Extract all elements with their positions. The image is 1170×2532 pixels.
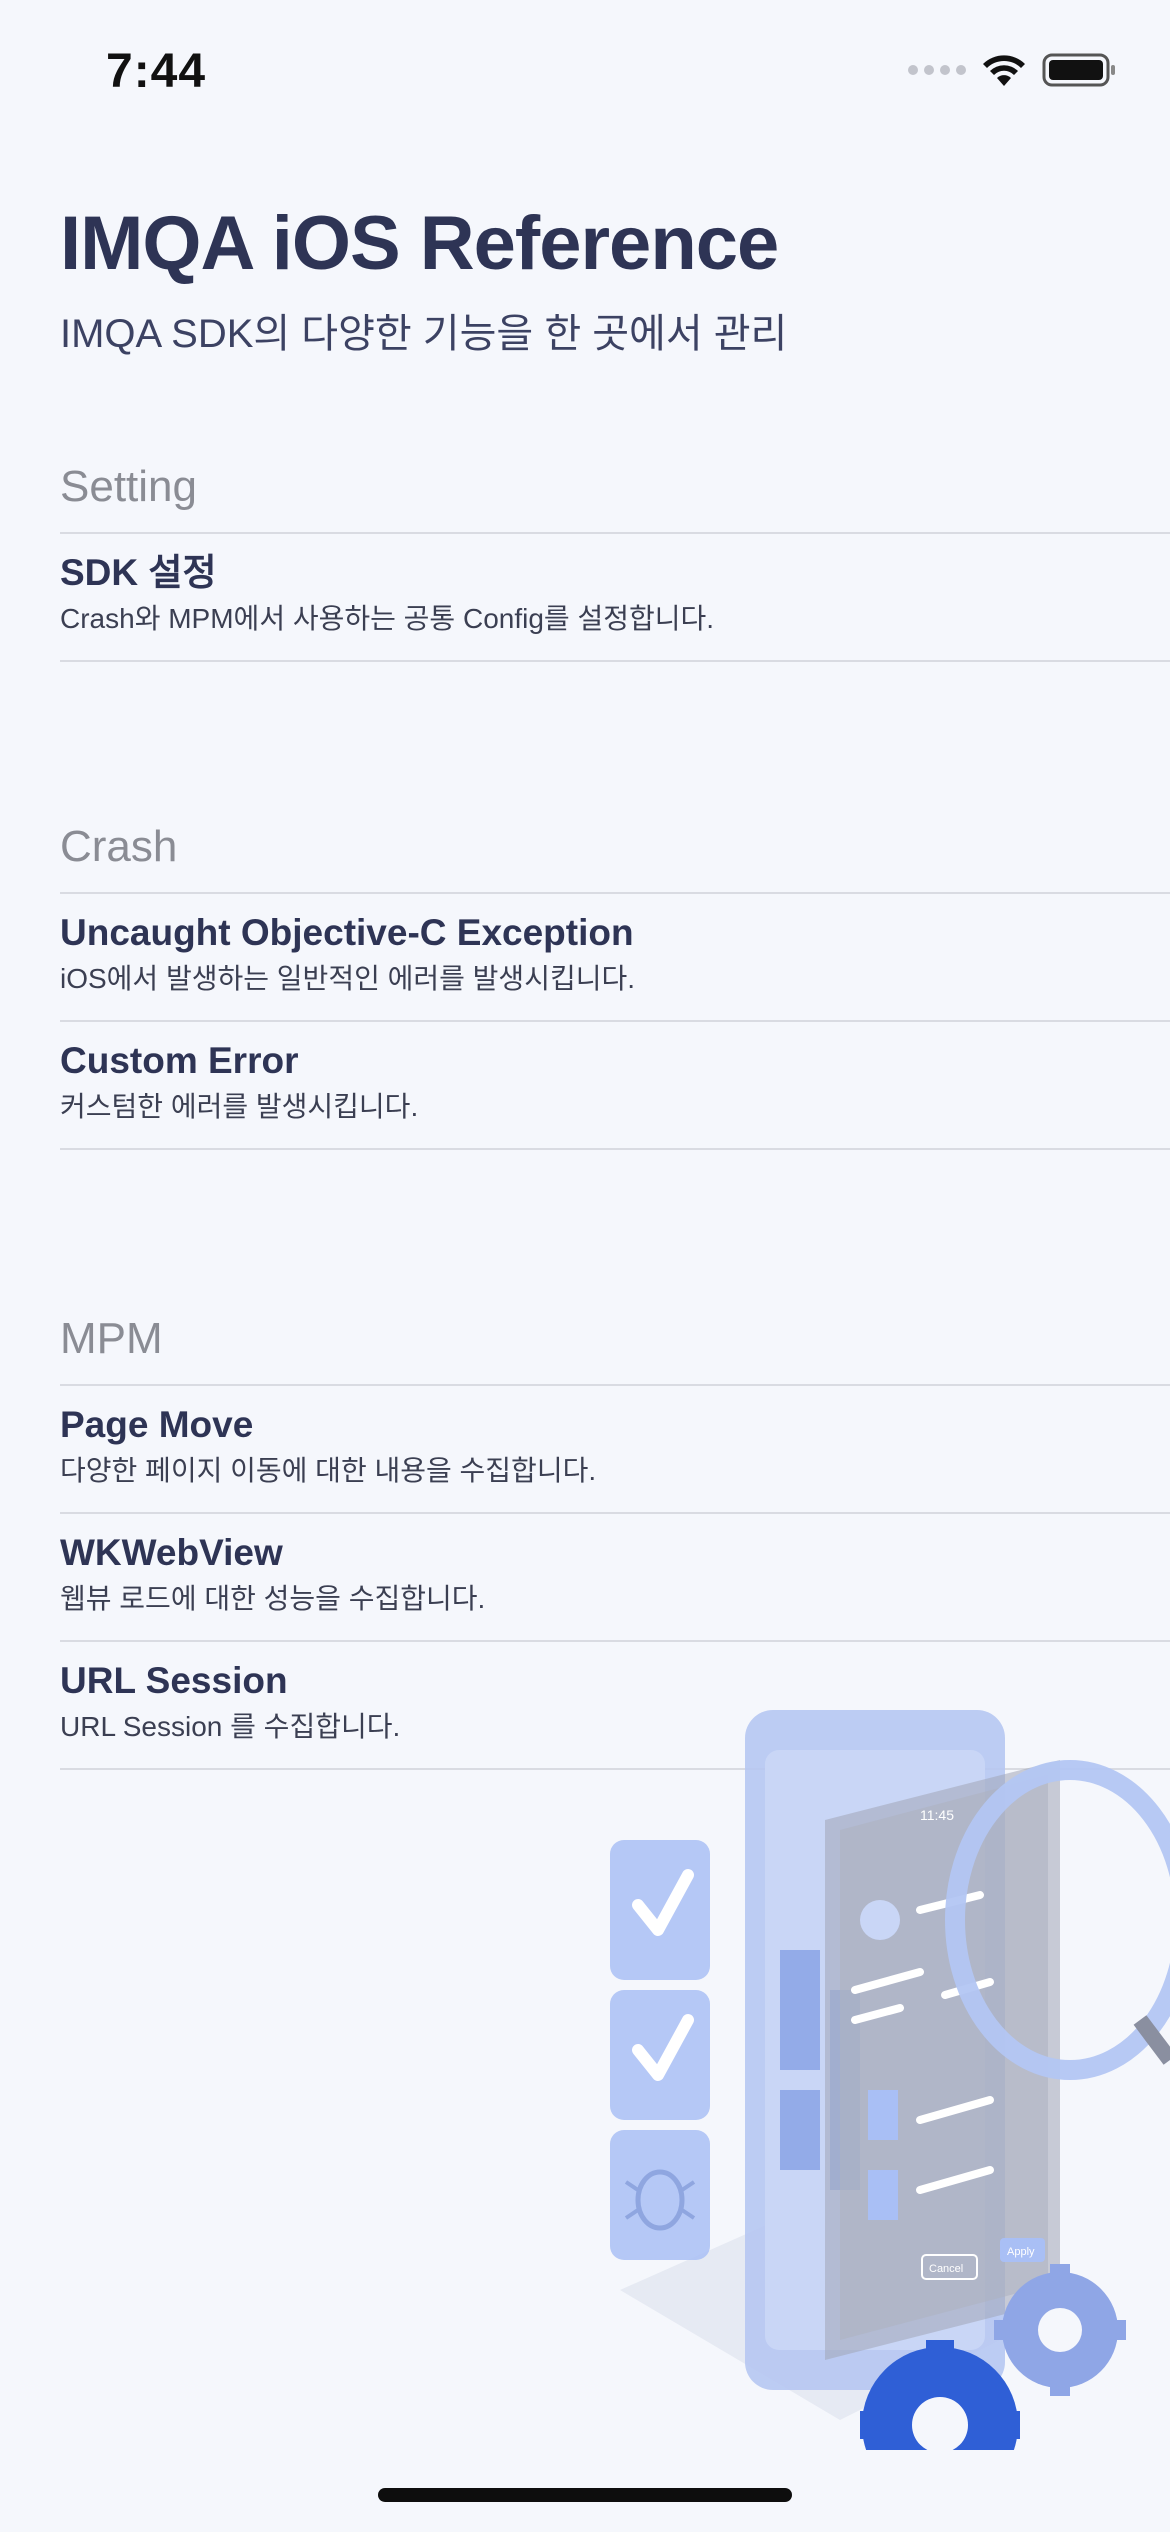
section-setting: Setting SDK 설정 Crash와 MPM에서 사용하는 공통 Conf… (60, 458, 1170, 662)
qa-illustration: 11:45 Cancel Apply (610, 1710, 1170, 2450)
status-time: 7:44 (106, 45, 207, 98)
wifi-icon (983, 55, 1025, 86)
checkmark-card-icon (610, 1840, 710, 1980)
list-item-description: 웹뷰 로드에 대한 성능을 수집합니다. (60, 1583, 486, 1614)
list-item-title: Custom Error (60, 1040, 299, 1081)
list-item-wkwebview[interactable]: WKWebView 웹뷰 로드에 대한 성능을 수집합니다. (60, 1514, 1170, 1642)
list-item-custom-error[interactable]: Custom Error 커스텀한 에러를 발생시킵니다. (60, 1022, 1170, 1150)
list-item-description: 다양한 페이지 이동에 대한 내용을 수집합니다. (60, 1455, 597, 1486)
apply-label: Apply (1007, 2246, 1035, 2258)
section-header: MPM (60, 1310, 1170, 1386)
list-item-title: WKWebView (60, 1532, 283, 1573)
list-item-sdk-settings[interactable]: SDK 설정 Crash와 MPM에서 사용하는 공통 Config를 설정합니… (60, 534, 1170, 662)
section-crash: Crash Uncaught Objective-C Exception iOS… (60, 818, 1170, 1150)
page-subtitle: IMQA SDK의 다양한 기능을 한 곳에서 관리 (60, 312, 788, 356)
section-header: Setting (60, 458, 1170, 534)
bug-card-icon (610, 2130, 710, 2260)
list-item-description: Crash와 MPM에서 사용하는 공통 Config를 설정합니다. (60, 603, 715, 634)
battery-icon (1042, 53, 1115, 87)
section-header: Crash (60, 818, 1170, 894)
checkmark-card-icon (610, 1990, 710, 2120)
home-indicator[interactable] (378, 2488, 792, 2502)
list-item-description: 커스텀한 에러를 발생시킵니다. (60, 1091, 419, 1122)
list-item-page-move[interactable]: Page Move 다양한 페이지 이동에 대한 내용을 수집합니다. (60, 1386, 1170, 1514)
list-item-description: iOS에서 발생하는 일반적인 에러를 발생시킵니다. (60, 963, 636, 994)
list-item-title: Page Move (60, 1404, 254, 1445)
page-title: IMQA iOS Reference (60, 201, 779, 286)
list-item-uncaught-exception[interactable]: Uncaught Objective-C Exception iOS에서 발생하… (60, 894, 1170, 1022)
phone-time-label: 11:45 (920, 1807, 954, 1823)
page-header: IMQA iOS Reference IMQA SDK의 다양한 기능을 한 곳… (60, 200, 787, 359)
list-item-title: Uncaught Objective-C Exception (60, 912, 634, 953)
list-item-title: SDK 설정 (60, 552, 217, 593)
cellular-signal-icon (908, 65, 966, 75)
cancel-label: Cancel (929, 2263, 963, 2275)
status-bar: 7:44 (0, 0, 1170, 150)
status-icons (908, 52, 1116, 88)
